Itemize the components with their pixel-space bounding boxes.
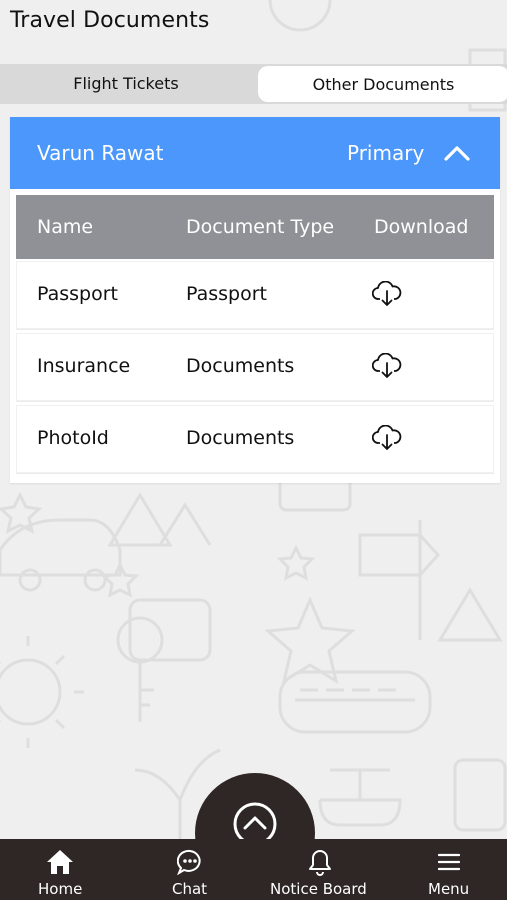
chevron-up-icon[interactable]	[442, 139, 472, 167]
traveler-header[interactable]: Varun Rawat Primary	[10, 117, 500, 189]
page-title: Travel Documents	[10, 8, 210, 33]
document-name: Passport	[37, 283, 118, 305]
table-row: PhotoId Documents	[16, 405, 494, 474]
bell-icon	[309, 850, 331, 876]
nav-home-label: Home	[38, 880, 83, 898]
table-row: Insurance Documents	[16, 333, 494, 402]
chat-icon	[177, 849, 201, 875]
tab-other-documents[interactable]: Other Documents	[258, 66, 507, 102]
document-name: PhotoId	[37, 427, 109, 449]
traveler-role: Primary	[347, 141, 425, 165]
hamburger-menu-icon	[438, 853, 460, 871]
document-name: Insurance	[37, 355, 131, 377]
nav-menu-label: Menu	[428, 880, 470, 898]
document-type: Documents	[186, 427, 295, 449]
table-row: Passport Passport	[16, 261, 494, 330]
cloud-download-icon[interactable]	[372, 425, 402, 451]
traveler-name: Varun Rawat	[37, 141, 164, 165]
traveler-card: Varun Rawat Primary Name Document Type D…	[10, 117, 500, 483]
home-icon	[47, 850, 73, 874]
cloud-download-icon[interactable]	[372, 281, 402, 307]
column-header-name: Name	[37, 216, 94, 238]
document-type: Documents	[186, 355, 295, 377]
document-type: Passport	[186, 283, 267, 305]
cloud-download-icon[interactable]	[372, 353, 402, 379]
tab-bar: Flight Tickets Other Documents	[0, 64, 507, 104]
nav-chat-label: Chat	[172, 880, 208, 898]
nav-chat[interactable]: Chat	[165, 839, 215, 900]
bottom-navigation: Home Chat Notice Board Menu	[0, 839, 507, 900]
documents-table-header: Name Document Type Download	[16, 195, 494, 259]
nav-home[interactable]: Home	[30, 839, 92, 900]
column-header-download: Download	[374, 216, 469, 238]
nav-notice-board[interactable]: Notice Board	[268, 839, 372, 900]
nav-notice-board-label: Notice Board	[270, 880, 367, 898]
nav-menu[interactable]: Menu	[424, 839, 474, 900]
column-header-document-type: Document Type	[186, 216, 335, 238]
tab-flight-tickets[interactable]: Flight Tickets	[0, 64, 252, 102]
